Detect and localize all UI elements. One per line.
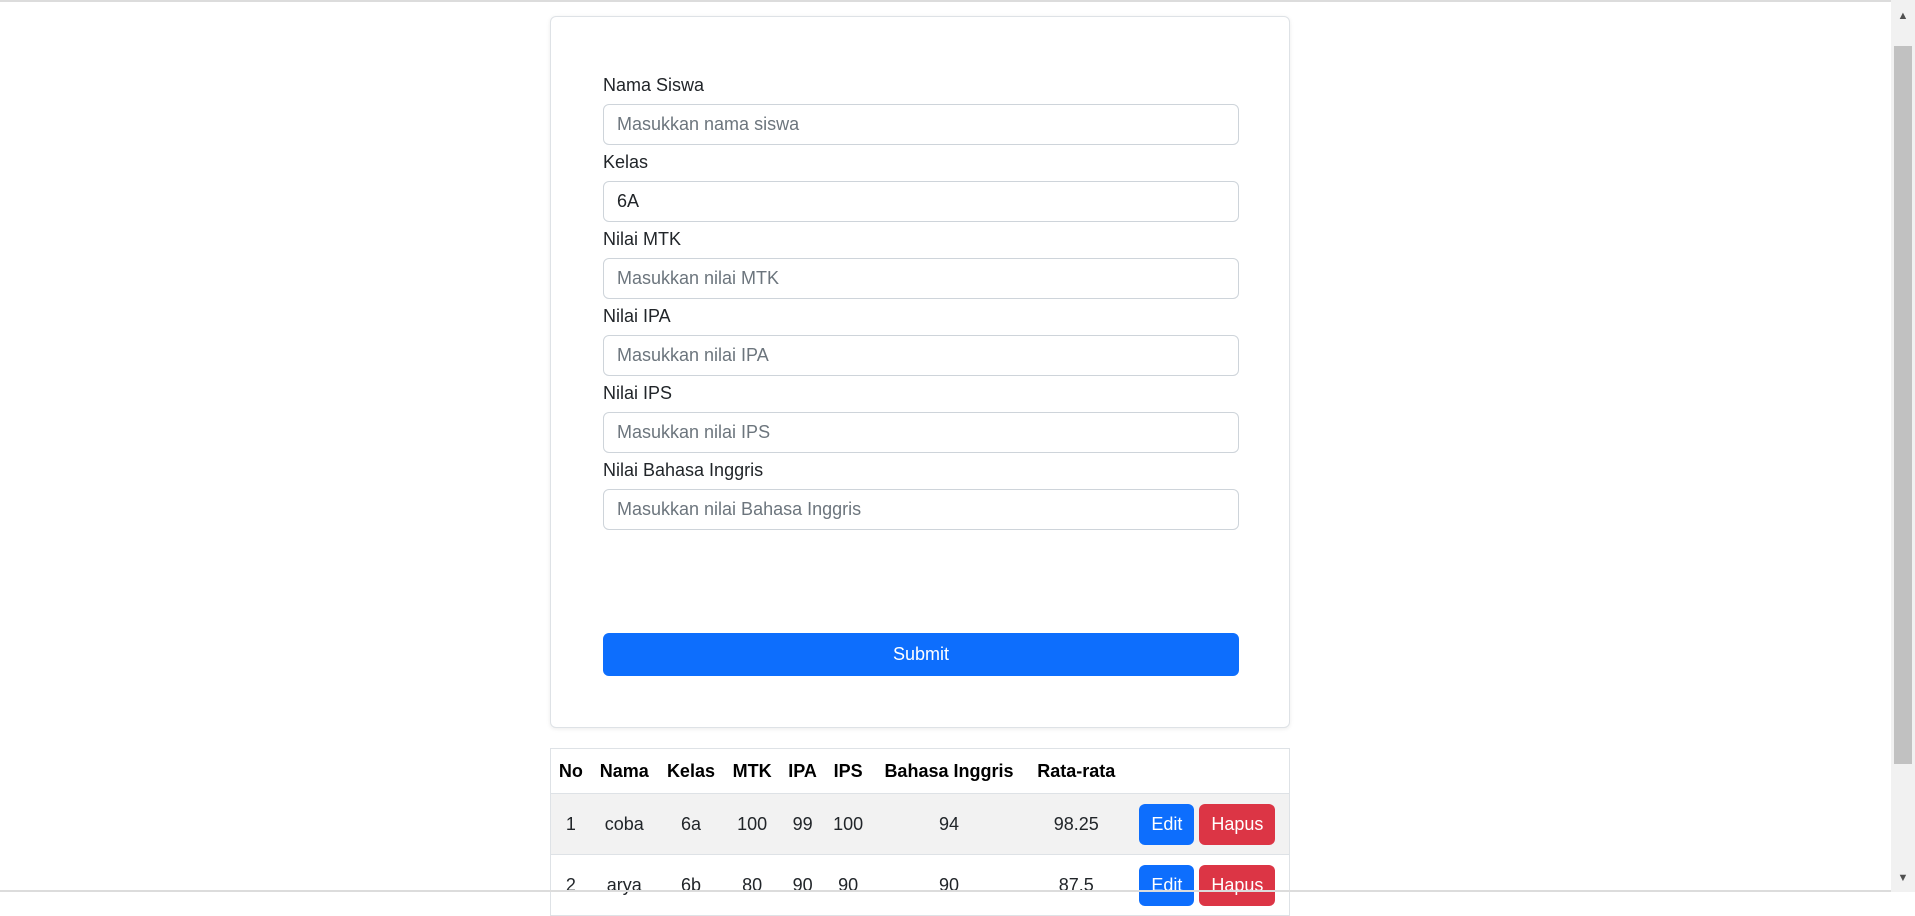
cell-bahasa-inggris: 90 [871,854,1027,916]
cell-mtk: 80 [724,854,781,916]
chevron-down-icon[interactable]: ▼ [1891,866,1915,890]
table-row: 2 arya 6b 80 90 90 90 87.5 Edit Hapus [549,854,1290,916]
nilai-ips-input[interactable] [603,412,1239,453]
field-nilai-ipa: Nilai IPA [603,305,1239,376]
cell-ipa: 90 [780,854,825,916]
cell-mtk: 100 [724,793,781,855]
nama-siswa-label: Nama Siswa [603,75,705,95]
header-no: No [549,748,591,794]
nilai-mtk-label: Nilai MTK [603,229,682,249]
field-kelas: Kelas [603,151,1239,222]
field-nilai-ips: Nilai IPS [603,382,1239,453]
nilai-ipa-label: Nilai IPA [603,306,671,326]
nilai-ipa-input[interactable] [603,335,1239,376]
header-rata-rata: Rata-rata [1026,748,1126,794]
cell-ips: 100 [825,793,872,855]
cell-bahasa-inggris: 94 [871,793,1027,855]
header-nama: Nama [590,748,658,794]
kelas-input[interactable] [603,181,1239,222]
table-header-row: No Nama Kelas MTK IPA IPS Bahasa Inggris… [549,748,1290,794]
cell-actions: Edit Hapus [1125,854,1290,916]
cell-nama: coba [590,793,658,855]
header-bahasa-inggris: Bahasa Inggris [871,748,1027,794]
cell-rata-rata: 98.25 [1026,793,1126,855]
kelas-label: Kelas [603,152,649,172]
cell-ipa: 99 [780,793,825,855]
header-ipa: IPA [780,748,825,794]
table-row: 1 coba 6a 100 99 100 94 98.25 Edit Hapus [549,793,1290,855]
edit-button[interactable]: Edit [1139,864,1195,906]
nilai-bahasa-inggris-input[interactable] [603,489,1239,530]
header-ips: IPS [825,748,872,794]
cell-rata-rata: 87.5 [1026,854,1126,916]
chevron-up-icon[interactable]: ▲ [1891,4,1915,28]
edit-button[interactable]: Edit [1139,803,1195,845]
field-nilai-bahasa-inggris: Nilai Bahasa Inggris [603,459,1239,530]
header-kelas: Kelas [657,748,725,794]
field-nama-siswa: Nama Siswa [603,74,1239,145]
header-actions [1125,748,1290,794]
nama-siswa-input[interactable] [603,104,1239,145]
nilai-ips-label: Nilai IPS [603,383,673,403]
cell-kelas: 6a [657,793,725,855]
cell-no: 1 [549,793,591,855]
field-nilai-mtk: Nilai MTK [603,228,1239,299]
nilai-bahasa-inggris-label: Nilai Bahasa Inggris [603,460,764,480]
cell-actions: Edit Hapus [1125,793,1290,855]
cell-kelas: 6b [657,854,725,916]
cell-nama: arya [590,854,658,916]
scrollbar-thumb[interactable] [1894,46,1912,764]
cell-no: 2 [549,854,591,916]
top-divider [0,0,1891,2]
hapus-button[interactable]: Hapus [1199,864,1276,906]
vertical-scrollbar[interactable]: ▲ ▼ [1891,0,1915,892]
header-mtk: MTK [724,748,781,794]
cell-ips: 90 [825,854,872,916]
hapus-button[interactable]: Hapus [1199,803,1276,845]
submit-button[interactable]: Submit [603,633,1239,676]
student-form-card: Nama Siswa Kelas Nilai MTK Nilai IPA Nil… [550,16,1290,728]
nilai-mtk-input[interactable] [603,258,1239,299]
